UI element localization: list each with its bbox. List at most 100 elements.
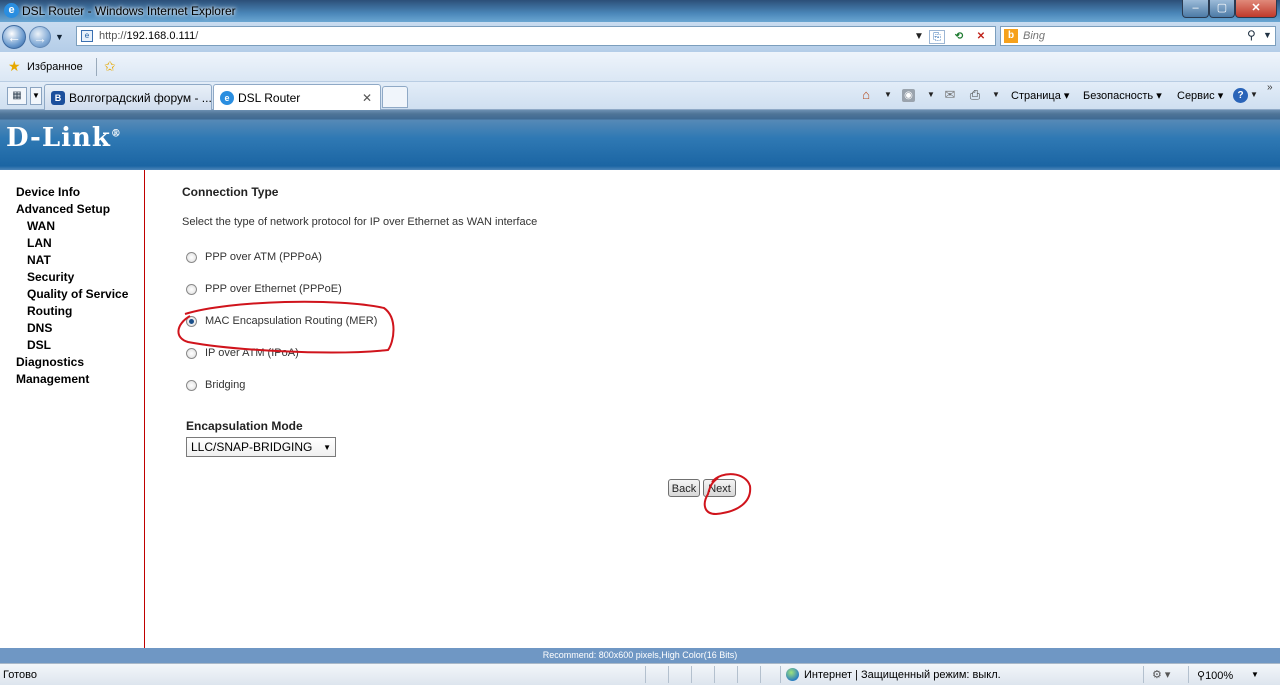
bing-logo-icon: b xyxy=(1004,29,1018,43)
more-commands-icon[interactable]: » xyxy=(1267,82,1273,93)
option-label: Bridging xyxy=(205,379,246,391)
zoom-value: 100% xyxy=(1205,670,1234,682)
tab-label: Волгоградский форум - ... xyxy=(69,91,212,105)
url-suffix: / xyxy=(195,30,199,42)
address-bar[interactable]: e http://192.168.0.111/ ▼ ⎘ ⟲ ✕ xyxy=(76,26,996,46)
zoom-dropdown-icon[interactable]: ▼ xyxy=(1251,670,1259,679)
favorites-bar: ★ Избранное ✩ xyxy=(0,52,1280,82)
page-menu[interactable]: Страница ▾ xyxy=(1011,89,1069,102)
nav-lan[interactable]: LAN xyxy=(16,235,144,252)
status-separator xyxy=(1188,666,1189,683)
address-toolbar: ← → ▼ e http://192.168.0.111/ ▼ ⎘ ⟲ ✕ b … xyxy=(0,22,1280,52)
stop-icon[interactable]: ✕ xyxy=(973,30,989,44)
browser-window: e DSL Router - Windows Internet Explorer… xyxy=(0,0,1280,685)
nav-quality-of-service[interactable]: Quality of Service xyxy=(16,286,144,303)
status-bar: Готово Интернет | Защищенный режим: выкл… xyxy=(0,663,1280,685)
logo-registered-mark: ® xyxy=(110,128,122,140)
nav-nat[interactable]: NAT xyxy=(16,252,144,269)
nav-wan[interactable]: WAN xyxy=(16,218,144,235)
help-dropdown-icon[interactable]: ▼ xyxy=(1250,90,1258,99)
nav-dsl[interactable]: DSL xyxy=(16,337,144,354)
status-separator xyxy=(1143,666,1144,683)
nav-diagnostics[interactable]: Diagnostics xyxy=(16,354,144,371)
radio-bridging[interactable] xyxy=(186,380,197,391)
radio-ipoa[interactable] xyxy=(186,348,197,359)
dlink-banner: D-Link® xyxy=(0,110,1280,170)
print-icon[interactable]: ⎙ xyxy=(967,87,983,103)
favorites-separator xyxy=(96,58,97,76)
status-separator xyxy=(780,666,781,683)
close-button[interactable]: ✕ xyxy=(1235,0,1277,18)
tab-bar: ▦ ▼ В Волгоградский форум - ... e DSL Ro… xyxy=(0,82,1280,110)
nav-dns[interactable]: DNS xyxy=(16,320,144,337)
tools-menu-label: Сервис xyxy=(1177,90,1215,102)
ie-page-icon: e xyxy=(220,91,234,105)
feeds-dropdown-icon[interactable]: ▼ xyxy=(927,90,935,99)
router-sidebar: Device Info Advanced Setup WAN LAN NAT S… xyxy=(0,170,145,648)
radio-mer[interactable] xyxy=(186,316,197,327)
home-dropdown-icon[interactable]: ▼ xyxy=(884,90,892,99)
nav-device-info[interactable]: Device Info xyxy=(16,184,144,201)
zoom-level[interactable]: ⚲100% xyxy=(1197,669,1233,682)
status-separator xyxy=(760,666,761,683)
print-dropdown-icon[interactable]: ▼ xyxy=(992,90,1000,99)
internet-zone-icon xyxy=(786,668,799,681)
recent-pages-dropdown-icon[interactable]: ▼ xyxy=(55,32,64,42)
connection-type-title: Connection Type xyxy=(182,185,279,199)
nav-routing[interactable]: Routing xyxy=(16,303,144,320)
option-label: MAC Encapsulation Routing (MER) xyxy=(205,315,378,327)
nav-security[interactable]: Security xyxy=(16,269,144,286)
favorites-button[interactable]: Избранное xyxy=(27,61,83,73)
help-icon[interactable]: ? xyxy=(1233,88,1248,103)
back-arrow-icon[interactable]: ← xyxy=(2,25,26,49)
url-text[interactable]: http://192.168.0.111/ xyxy=(99,30,198,42)
new-tab-button[interactable] xyxy=(382,86,408,108)
encapsulation-mode-title: Encapsulation Mode xyxy=(186,419,303,433)
nav-management[interactable]: Management xyxy=(16,371,144,388)
safety-menu-label: Безопасность xyxy=(1083,90,1154,102)
logo-text: D-Link xyxy=(6,123,111,153)
connection-type-description: Select the type of network protocol for … xyxy=(182,216,538,228)
search-icon[interactable]: ⚲ xyxy=(1247,28,1256,42)
refresh-icon[interactable]: ⟲ xyxy=(951,30,967,44)
radio-pppoe[interactable] xyxy=(186,284,197,295)
search-input[interactable] xyxy=(1023,29,1223,43)
maximize-button[interactable]: ▢ xyxy=(1209,0,1235,18)
safety-menu[interactable]: Безопасность ▾ xyxy=(1083,89,1162,102)
nav-advanced-setup[interactable]: Advanced Setup xyxy=(16,201,144,218)
ie-logo-icon: e xyxy=(4,3,19,18)
protected-mode-icon[interactable]: ⚙ ▾ xyxy=(1152,668,1170,681)
home-icon[interactable]: ⌂ xyxy=(858,87,874,103)
tab-list-dropdown-icon[interactable]: ▼ xyxy=(30,87,42,105)
add-favorite-icon[interactable]: ✩ xyxy=(104,58,116,75)
address-dropdown-icon[interactable]: ▼ xyxy=(911,30,927,44)
search-dropdown-icon[interactable]: ▼ xyxy=(1263,30,1272,40)
tab-label: DSL Router xyxy=(238,91,301,105)
mail-icon[interactable]: ✉ xyxy=(942,87,958,103)
quick-tabs-icon[interactable]: ▦ xyxy=(7,87,27,105)
tools-menu[interactable]: Сервис ▾ xyxy=(1177,89,1223,102)
tab-forum[interactable]: В Волгоградский форум - ... xyxy=(44,84,212,110)
feeds-icon[interactable]: ◉ xyxy=(902,89,915,102)
close-tab-icon[interactable]: ✕ xyxy=(362,91,372,105)
back-button[interactable]: Back xyxy=(668,479,700,497)
url-prefix: http:// xyxy=(99,30,127,42)
compatibility-view-icon[interactable]: ⎘ xyxy=(929,30,945,44)
minimize-button[interactable]: – xyxy=(1182,0,1209,18)
resolution-footer: Recommend: 800x600 pixels,High Color(16 … xyxy=(0,648,1280,663)
option-label: PPP over Ethernet (PPPoE) xyxy=(205,283,342,295)
favorites-star-icon[interactable]: ★ xyxy=(8,58,21,75)
chevron-down-icon: ▼ xyxy=(323,443,331,452)
forward-arrow-icon[interactable]: → xyxy=(29,26,51,48)
forum-favicon-icon: В xyxy=(51,91,65,105)
connection-type-form: Connection Type Select the type of netwo… xyxy=(182,170,1082,648)
next-button[interactable]: Next xyxy=(703,479,736,497)
encapsulation-mode-value: LLC/SNAP-BRIDGING xyxy=(191,440,313,454)
search-box[interactable]: b ⚲ ▼ xyxy=(1000,26,1276,46)
dlink-logo: D-Link® xyxy=(6,123,122,153)
radio-pppoa[interactable] xyxy=(186,252,197,263)
encapsulation-mode-select[interactable]: LLC/SNAP-BRIDGING ▼ xyxy=(186,437,336,457)
security-zone-text[interactable]: Интернет | Защищенный режим: выкл. xyxy=(804,669,1001,681)
tab-dsl-router[interactable]: e DSL Router ✕ xyxy=(213,84,381,110)
status-separator xyxy=(691,666,692,683)
